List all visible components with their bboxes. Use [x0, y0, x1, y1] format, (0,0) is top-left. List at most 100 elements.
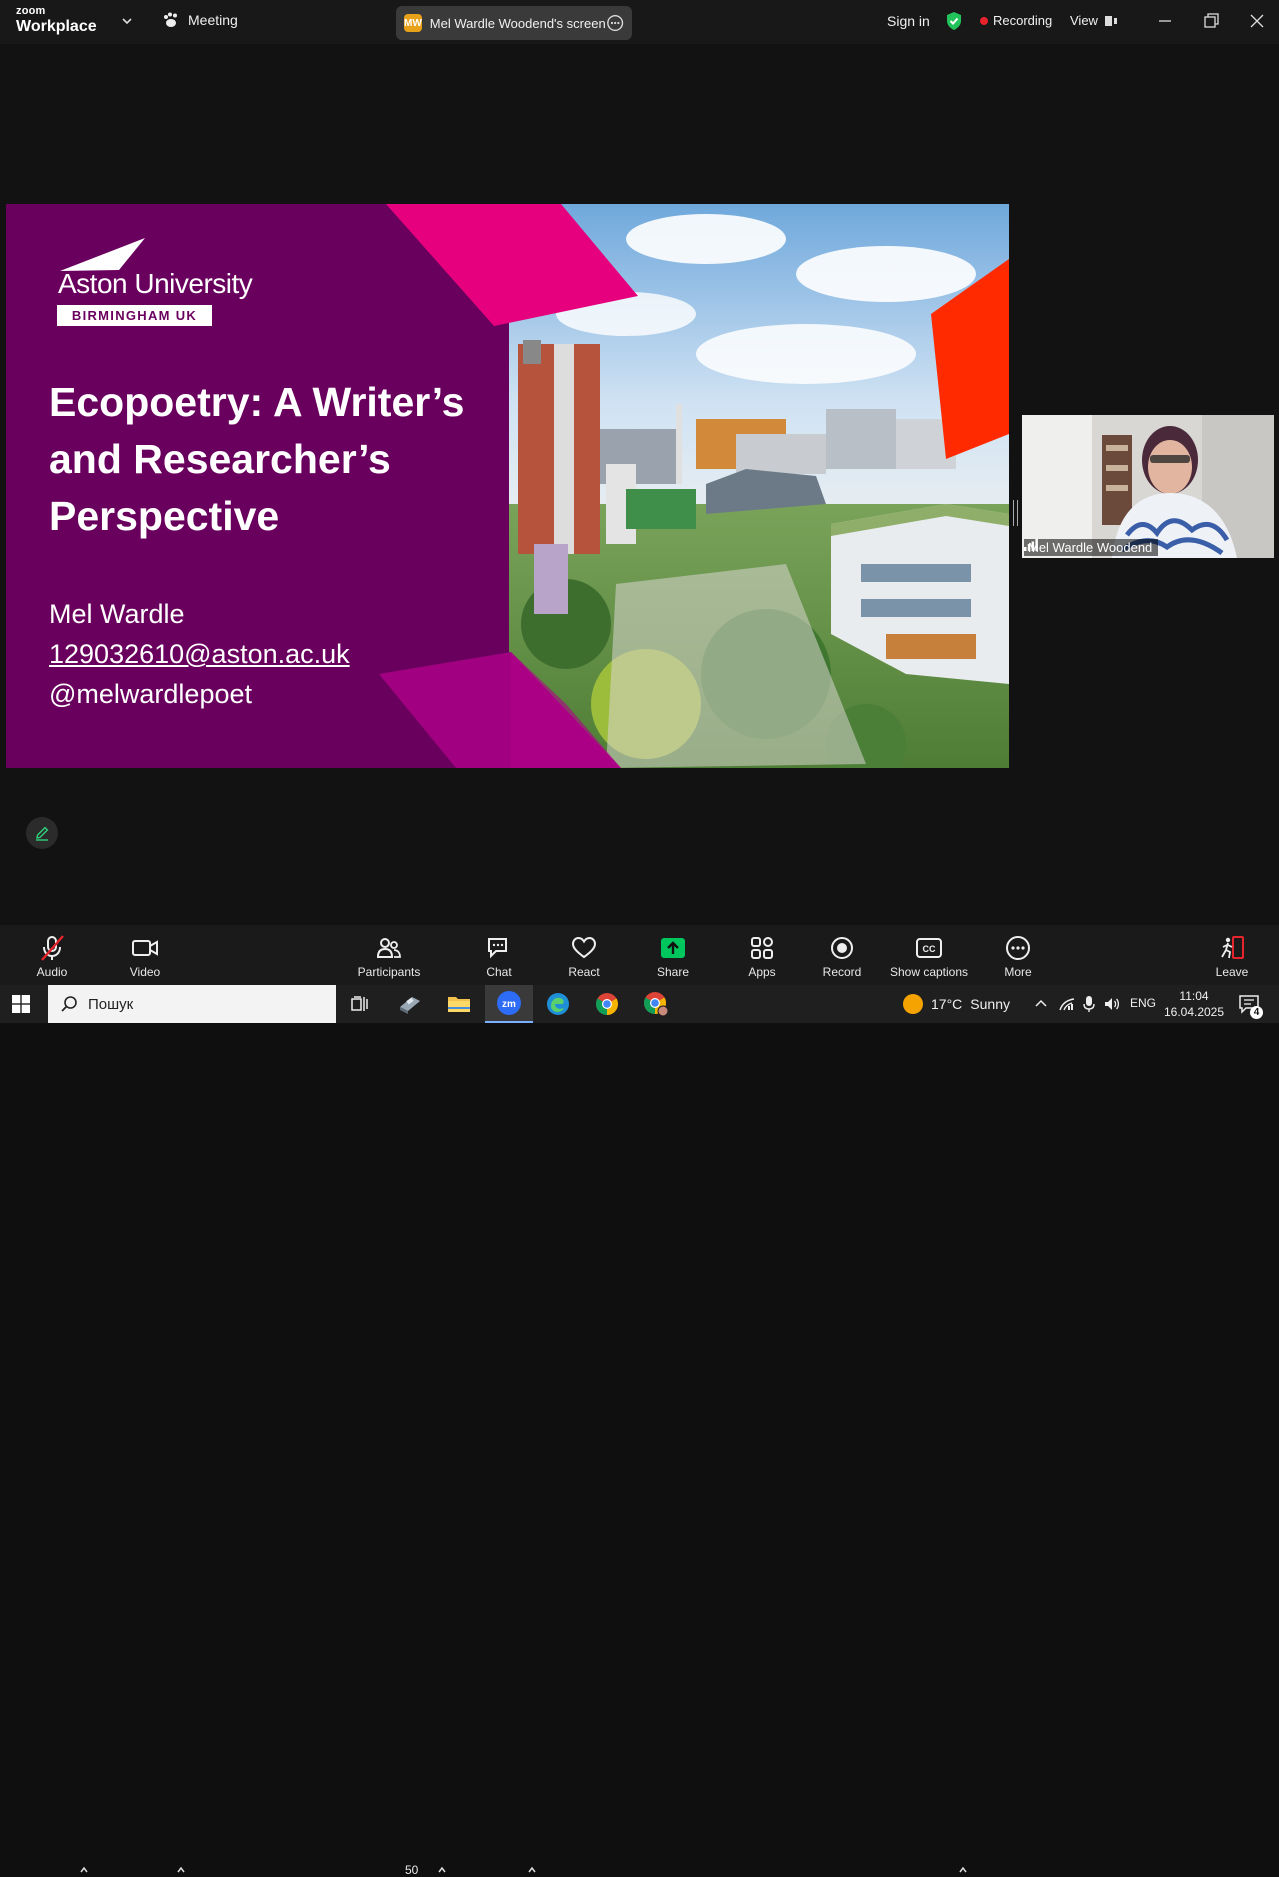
- record-button[interactable]: Record: [802, 933, 882, 979]
- apps-button[interactable]: Apps: [722, 933, 802, 979]
- chat-options-caret-icon[interactable]: [527, 1865, 537, 1875]
- brand-bottom: Workplace: [16, 18, 97, 35]
- recording-indicator[interactable]: Recording: [980, 13, 1052, 28]
- participants-count: 50: [405, 1863, 419, 1877]
- participant-name-label: Mel Wardle Woodend: [1024, 539, 1159, 556]
- screen-share-label: Mel Wardle Woodend's screen: [429, 15, 606, 31]
- view-menu[interactable]: View: [1070, 13, 1118, 28]
- microphone-tray-icon[interactable]: [1082, 995, 1096, 1013]
- meeting-label: Meeting: [188, 12, 238, 28]
- participant-video-tile[interactable]: Mel Wardle Woodend: [1022, 415, 1274, 558]
- annotate-button[interactable]: [26, 817, 58, 849]
- input-language[interactable]: ENG: [1130, 996, 1156, 1010]
- video-camera-icon: [132, 940, 158, 956]
- chat-icon: [488, 938, 507, 959]
- speaker-icon[interactable]: [1103, 995, 1121, 1013]
- react-label: React: [568, 965, 600, 979]
- view-label: View: [1070, 13, 1098, 28]
- svg-text:zm: zm: [502, 999, 516, 1010]
- apps-label: Apps: [748, 965, 776, 979]
- more-options-icon[interactable]: [606, 13, 624, 33]
- chevron-down-icon[interactable]: [120, 14, 134, 28]
- slide-title: Ecopoetry: A Writer’s and Researcher’s P…: [49, 379, 465, 539]
- signal-bars-icon: [1024, 539, 1038, 551]
- share-screen-icon: [661, 938, 685, 958]
- notifications-badge: 4: [1250, 1006, 1263, 1019]
- record-label: Record: [822, 965, 862, 979]
- system-clock[interactable]: 11:04 16.04.2025: [1162, 988, 1226, 1020]
- video-options-caret-icon[interactable]: [176, 1865, 186, 1875]
- participants-button[interactable]: Participants: [349, 933, 429, 979]
- heart-icon: [571, 936, 597, 959]
- pencil-icon: [36, 826, 49, 841]
- participants-icon: [377, 938, 401, 958]
- aston-logo-mark: [60, 238, 145, 271]
- brand-top: zoom: [16, 5, 46, 17]
- recording-dot-icon: [980, 16, 988, 25]
- splitter-handle[interactable]: [1013, 500, 1018, 526]
- task-view-icon: [351, 996, 368, 1011]
- clock-date: 16.04.2025: [1163, 1005, 1225, 1019]
- sharer-avatar: MW: [404, 14, 422, 32]
- react-button[interactable]: React: [544, 933, 624, 979]
- closed-captions-icon: CC: [916, 938, 942, 958]
- screen-share-indicator[interactable]: MW Mel Wardle Woodend's screen: [396, 6, 632, 40]
- video-button[interactable]: Video: [105, 933, 185, 979]
- zoom-workplace-logo[interactable]: zoom Workplace: [16, 6, 97, 35]
- chat-button[interactable]: Chat: [459, 933, 539, 979]
- minimize-icon[interactable]: [1154, 10, 1176, 32]
- audio-label: Audio: [36, 965, 68, 979]
- weather-widget[interactable]: 17°C Sunny: [903, 994, 1010, 1014]
- author-email-link[interactable]: 129032610@aston.ac.uk: [49, 634, 350, 674]
- recording-label: Recording: [993, 13, 1053, 28]
- record-icon: [831, 937, 853, 959]
- search-placeholder: Пошук: [88, 995, 134, 1013]
- folder-icon: [448, 997, 470, 1012]
- more-icon: [1006, 936, 1030, 960]
- participants-label: Participants: [357, 965, 421, 979]
- author-block: Mel Wardle 129032610@aston.ac.uk @melwar…: [49, 594, 350, 714]
- show-captions-label: Show captions: [889, 965, 969, 979]
- chrome-profile-icon: [644, 992, 669, 1017]
- taskbar-app-scanner[interactable]: [386, 985, 434, 1023]
- leave-button[interactable]: Leave: [1192, 933, 1272, 979]
- captions-options-caret-icon[interactable]: [958, 1865, 968, 1875]
- scanner-app-icon: [400, 997, 420, 1014]
- restore-icon[interactable]: [1200, 10, 1222, 32]
- title-bar: zoom Workplace Meeting MW Mel Wardle Woo…: [0, 0, 1279, 44]
- leave-label: Leave: [1215, 965, 1249, 979]
- zoom-app-icon: zm: [497, 991, 521, 1015]
- logo-subtitle: BIRMINGHAM UK: [57, 305, 212, 326]
- chevron-up-icon[interactable]: [1034, 997, 1048, 1009]
- share-label: Share: [656, 965, 690, 979]
- weather-text: Sunny: [970, 996, 1010, 1012]
- windows-start-icon[interactable]: [12, 995, 30, 1013]
- more-label: More: [1004, 965, 1032, 979]
- weather-temp: 17°C: [931, 996, 963, 1012]
- paw-icon: [164, 12, 177, 27]
- more-button[interactable]: More: [978, 933, 1058, 979]
- show-captions-button[interactable]: CC Show captions: [889, 933, 969, 979]
- taskbar-app-zoom[interactable]: zm: [485, 985, 533, 1023]
- close-icon[interactable]: [1246, 10, 1268, 32]
- share-button[interactable]: Share: [633, 933, 713, 979]
- audio-options-caret-icon[interactable]: [79, 1865, 89, 1875]
- meeting-menu[interactable]: Meeting: [162, 12, 238, 28]
- view-layout-icon: [1104, 15, 1117, 26]
- taskbar-app-file-explorer[interactable]: [435, 985, 483, 1023]
- participant-name: Mel Wardle Woodend: [1028, 540, 1153, 555]
- taskbar-app-edge[interactable]: [534, 985, 582, 1023]
- participants-options-caret-icon[interactable]: [437, 1865, 447, 1875]
- audio-button[interactable]: Audio: [12, 933, 92, 979]
- apps-grid-icon: [751, 937, 773, 959]
- sign-in-link[interactable]: Sign in: [887, 13, 930, 29]
- network-icon[interactable]: [1058, 995, 1076, 1013]
- taskbar-search[interactable]: Пошук: [48, 985, 336, 1023]
- taskbar-app-chrome-profile[interactable]: [632, 985, 680, 1023]
- chat-label: Chat: [486, 965, 512, 979]
- author-handle: @melwardlepoet: [49, 679, 253, 709]
- edge-browser-icon: [547, 993, 569, 1015]
- encryption-shield-icon[interactable]: [945, 11, 963, 31]
- taskbar-app-chrome[interactable]: [583, 985, 631, 1023]
- task-view-button[interactable]: [336, 985, 384, 1023]
